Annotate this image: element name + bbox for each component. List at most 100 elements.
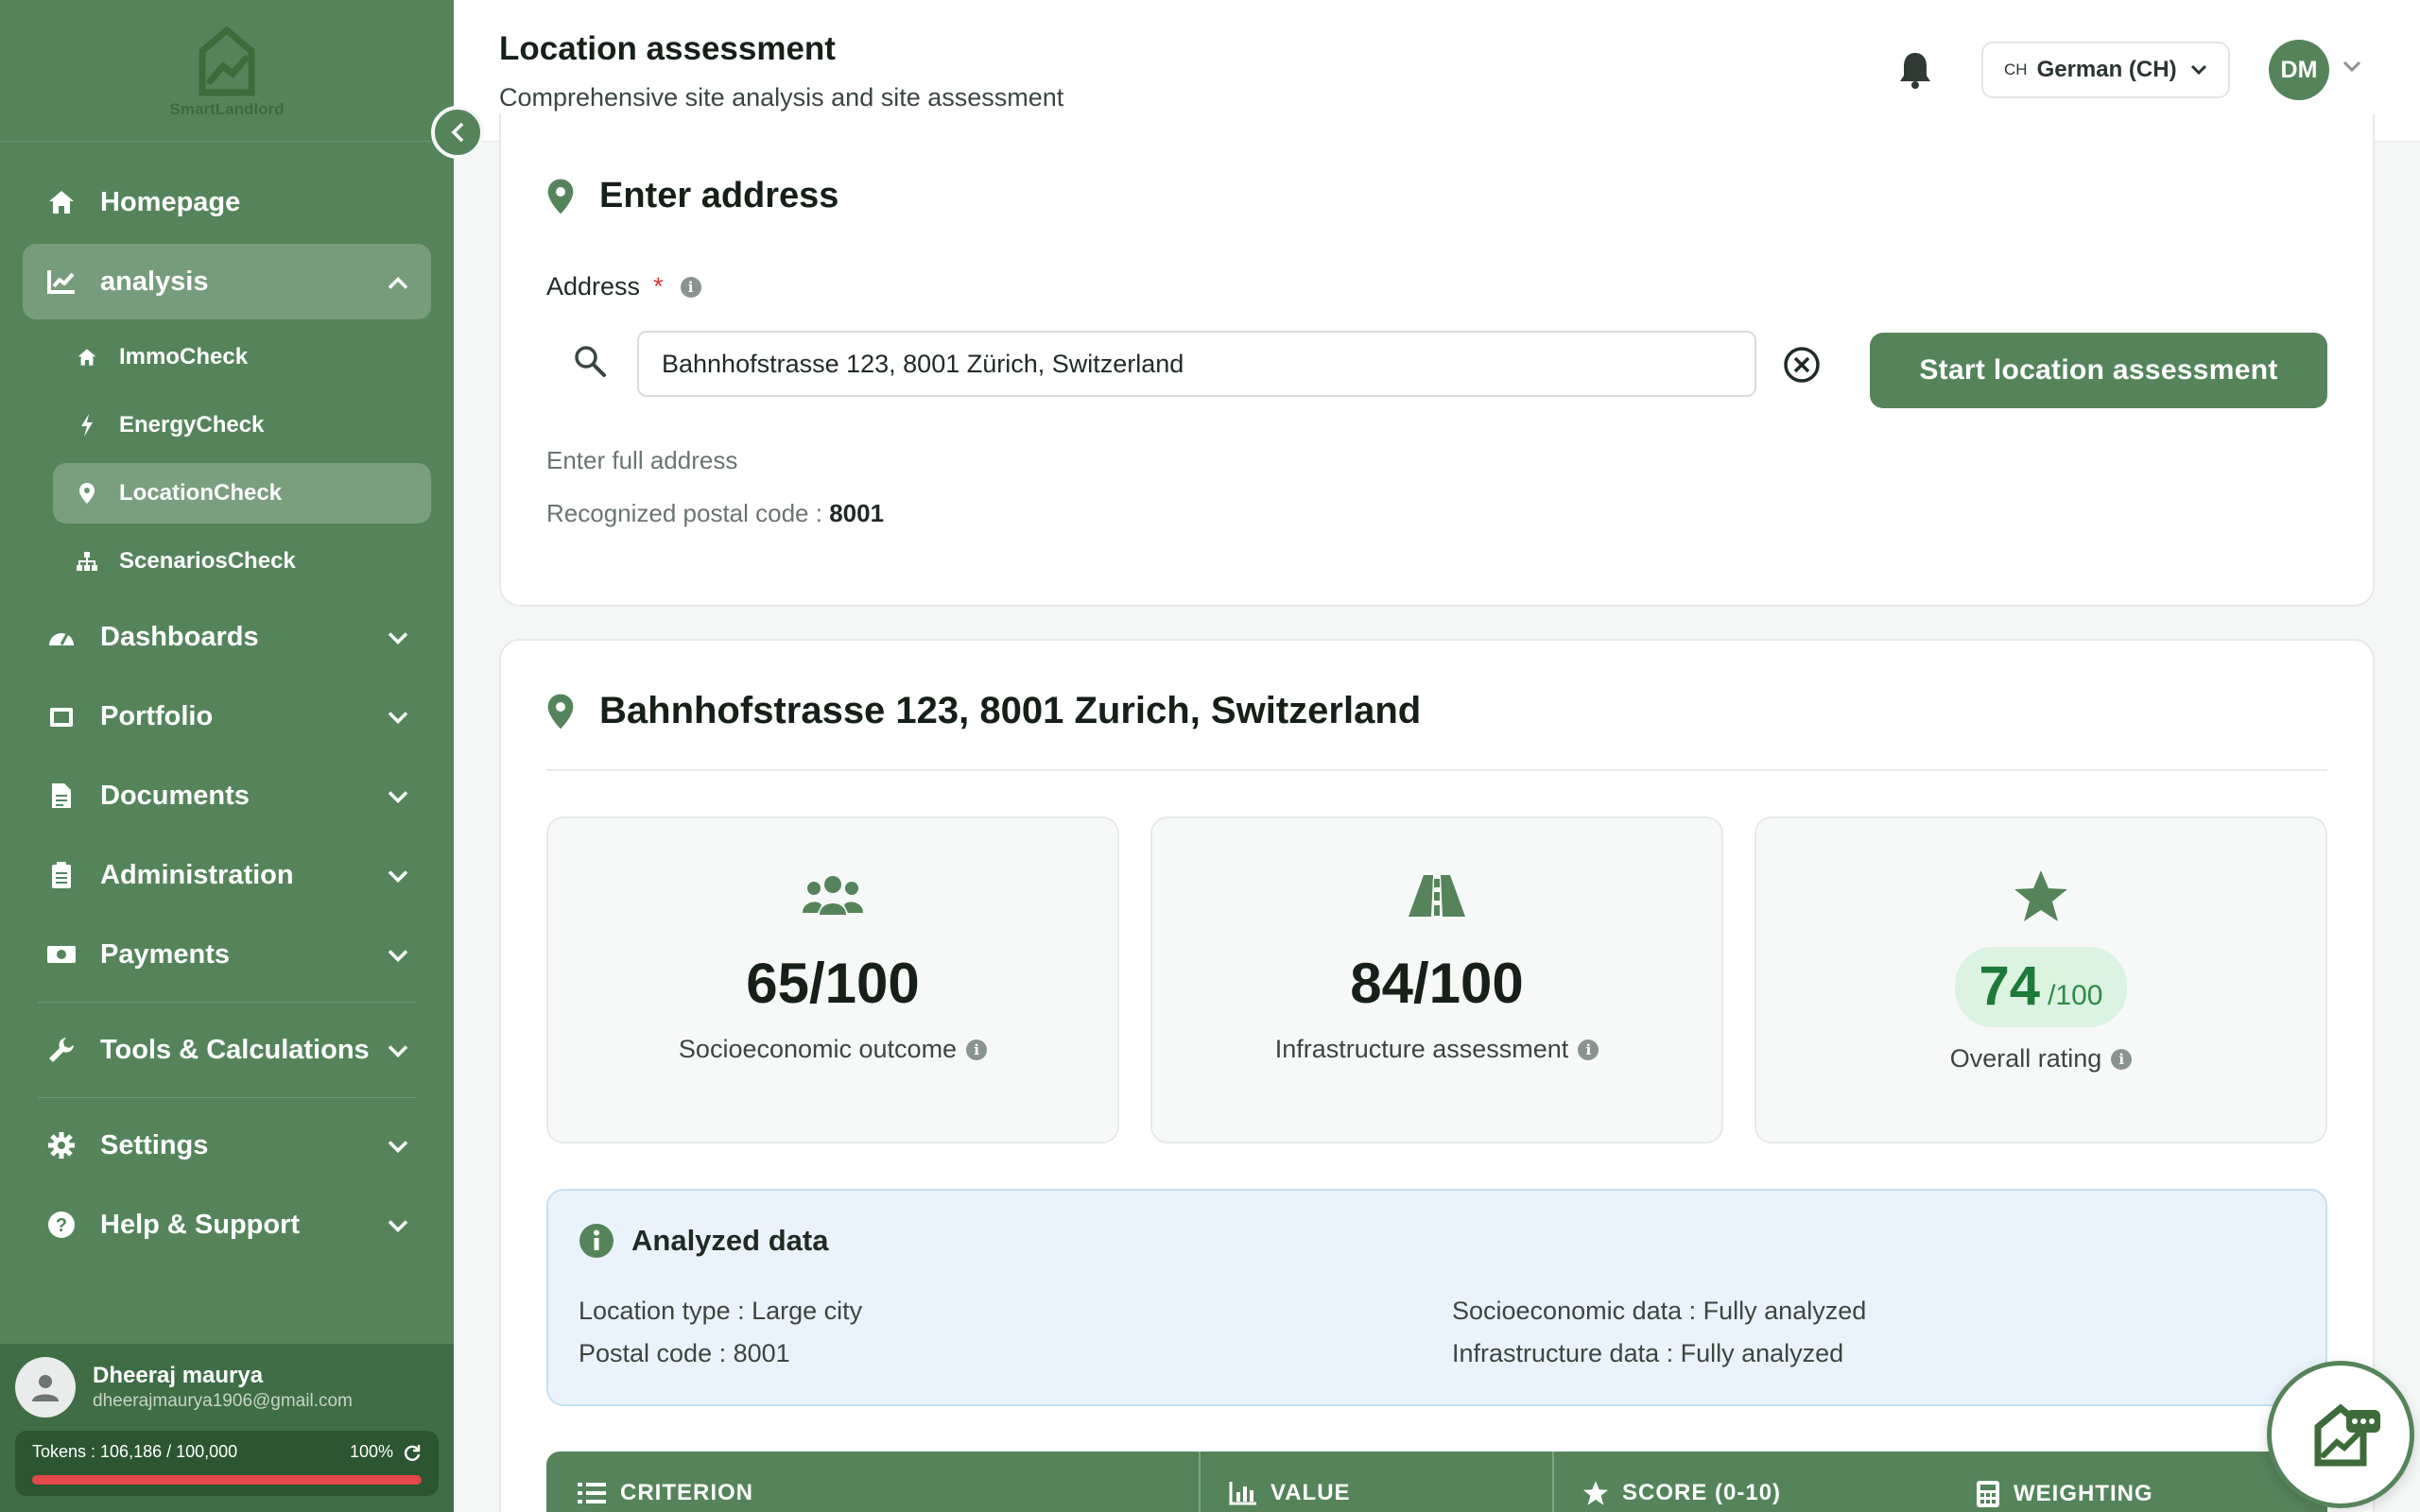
sidebar-item-administration[interactable]: Administration — [23, 837, 431, 913]
token-label: Tokens : 106,186 / 100,000 — [32, 1442, 238, 1461]
sidebar-item-settings[interactable]: Settings — [23, 1108, 431, 1183]
chevron-down-icon[interactable] — [2342, 60, 2361, 74]
hierarchy-icon — [74, 548, 100, 575]
chevron-down-icon — [388, 1130, 408, 1161]
chevron-down-icon — [388, 1210, 408, 1241]
sidebar-item-portfolio[interactable]: Portfolio — [23, 679, 431, 754]
sidebar-item-label: Homepage — [100, 186, 241, 217]
column-header-label: VALUE — [1270, 1480, 1351, 1505]
metric-card-infrastructure: 84/100 Infrastructure assessment i — [1150, 816, 1723, 1143]
postal-value: 8001 — [829, 499, 885, 527]
metric-caption: Socioeconomic outcome i — [679, 1035, 988, 1064]
column-header-score[interactable]: SCORE (0-10) — [1582, 1480, 1781, 1506]
page-title: Location assessment — [499, 30, 836, 67]
socio-status: Socioeconomic data : Fully analyzed — [1452, 1297, 1867, 1325]
column-header-value[interactable]: VALUE — [1229, 1480, 1351, 1506]
metric-caption-text: Infrastructure assessment — [1274, 1035, 1569, 1063]
users-icon — [802, 869, 864, 922]
sidebar-item-label: Administration — [100, 859, 294, 890]
sidebar-subitem-label: LocationCheck — [119, 480, 283, 506]
results-header: Bahnhofstrasse 123, 8001 Zurich, Switzer… — [546, 690, 1421, 732]
avatar — [15, 1357, 76, 1418]
info-icon[interactable]: i — [1578, 1039, 1599, 1060]
logo-icon — [199, 25, 255, 95]
star-icon — [1582, 1480, 1609, 1506]
avatar[interactable]: DM — [2269, 40, 2329, 100]
criteria-table-header: CRITERION VALUE SCORE (0-10) WEIGHTING — [546, 1452, 2327, 1512]
chevron-down-icon — [388, 701, 408, 732]
info-icon[interactable]: i — [2111, 1048, 2133, 1070]
sidebar-subitem-locationcheck[interactable]: LocationCheck — [53, 463, 431, 524]
address-input[interactable] — [637, 331, 1756, 397]
sidebar-subitem-energycheck[interactable]: EnergyCheck — [53, 395, 431, 455]
bell-icon[interactable] — [1896, 49, 1934, 91]
sidebar-item-label: Payments — [100, 938, 231, 970]
sidebar-divider — [38, 1097, 416, 1098]
column-header-weighting[interactable]: WEIGHTING — [1976, 1480, 2153, 1508]
sidebar-item-dashboards[interactable]: Dashboards — [23, 599, 431, 675]
sidebar-subitem-immocheck[interactable]: ImmoCheck — [53, 327, 431, 387]
user-icon — [32, 1375, 59, 1401]
sidebar-item-payments[interactable]: Payments — [23, 917, 431, 992]
overall-score-value: 74 — [1979, 955, 2041, 1017]
sidebar-item-analysis[interactable]: analysis — [23, 244, 431, 319]
metric-caption: Overall rating i — [1950, 1044, 2133, 1074]
sidebar-subitem-label: ImmoCheck — [119, 344, 249, 369]
home-icon — [74, 344, 100, 370]
clear-icon[interactable] — [1783, 346, 1821, 384]
chevron-down-icon — [388, 622, 408, 653]
user-profile[interactable]: Dheeraj maurya dheerajmaurya1906@gmail.c… — [15, 1357, 439, 1418]
postal-code-info: Recognized postal code : 8001 — [546, 499, 884, 528]
results-card: Bahnhofstrasse 123, 8001 Zurich, Switzer… — [499, 639, 2375, 1512]
token-percent: 100% — [349, 1442, 393, 1461]
postal-code: Postal code : 8001 — [579, 1339, 790, 1367]
overall-score-pill: 74 /100 — [1954, 947, 2128, 1027]
sidebar-item-label: Settings — [100, 1129, 209, 1160]
pin-icon — [547, 694, 574, 729]
chat-assistant-icon — [2314, 1403, 2380, 1467]
gauge-icon — [43, 619, 79, 655]
help-icon: ? — [43, 1207, 79, 1243]
sidebar-item-homepage[interactable]: Homepage — [23, 164, 431, 240]
divider — [546, 769, 2327, 771]
info-icon[interactable]: i — [680, 276, 701, 298]
column-separator — [1199, 1452, 1201, 1512]
column-header-criterion[interactable]: CRITERION — [577, 1480, 753, 1506]
address-hint: Enter full address — [546, 446, 738, 474]
sidebar-collapse-button[interactable] — [431, 106, 484, 159]
column-header-label: SCORE (0-10) — [1622, 1480, 1782, 1505]
language-select[interactable]: CH German (CH) — [1981, 42, 2230, 98]
sidebar-item-tools[interactable]: Tools & Calculations — [23, 1012, 431, 1088]
gear-icon — [43, 1127, 79, 1163]
sidebar-item-label: Tools & Calculations — [100, 1034, 370, 1065]
sidebar-item-help[interactable]: ? Help & Support — [23, 1187, 431, 1263]
sidebar-subitem-scenarioscheck[interactable]: ScenariosCheck — [53, 531, 431, 592]
search-icon — [575, 346, 606, 377]
sidebar-subitem-label: ScenariosCheck — [119, 548, 296, 574]
metric-card-overall: 74 /100 Overall rating i — [1754, 816, 2327, 1143]
address-label-text: Address — [546, 272, 641, 301]
money-icon — [43, 936, 79, 972]
refresh-icon[interactable] — [403, 1443, 422, 1462]
info-icon[interactable]: i — [966, 1039, 988, 1060]
user-name: Dheeraj maurya — [93, 1363, 264, 1388]
logo[interactable]: SmartLandlord — [0, 0, 454, 142]
chevron-down-icon — [388, 860, 408, 891]
road-icon — [1407, 869, 1467, 922]
language-label: German (CH) — [2036, 57, 2177, 82]
address-card-title: Enter address — [599, 176, 839, 215]
analyzed-data-panel: Analyzed data Location type : Large city… — [546, 1189, 2327, 1406]
sidebar-item-documents[interactable]: Documents — [23, 758, 431, 833]
token-usage: Tokens : 106,186 / 100,000 100% — [15, 1431, 439, 1496]
start-assessment-button[interactable]: Start location assessment — [1870, 333, 2327, 408]
chevron-left-icon — [451, 122, 464, 143]
required-mark: * — [653, 272, 664, 301]
sidebar-item-label: analysis — [100, 266, 209, 297]
chevron-down-icon — [388, 939, 408, 971]
document-icon — [43, 778, 79, 814]
metric-card-socioeconomic: 65/100 Socioeconomic outcome i — [546, 816, 1119, 1143]
chat-assistant-button[interactable] — [2267, 1361, 2414, 1508]
wrench-icon — [43, 1032, 79, 1068]
svg-text:?: ? — [56, 1215, 67, 1236]
metric-value: 65/100 — [746, 952, 920, 1015]
